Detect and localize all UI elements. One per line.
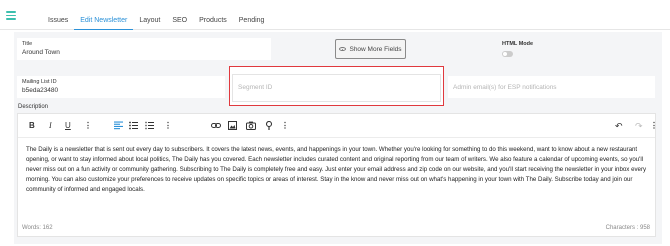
description-text[interactable]: The Daily is a newsletter that is sent o… — [26, 145, 650, 195]
mailing-list-id-field[interactable]: Mailing List ID b5eda23480 — [17, 76, 225, 98]
redo-icon[interactable]: ↷ — [635, 121, 643, 131]
html-mode-toggle[interactable] — [502, 51, 513, 57]
italic-icon[interactable]: I — [49, 121, 52, 131]
camera-icon[interactable] — [246, 121, 256, 130]
hamburger-menu-icon[interactable] — [6, 11, 16, 20]
mailing-list-id-label: Mailing List ID — [22, 79, 57, 85]
underline-icon[interactable]: U — [65, 121, 71, 131]
tab-products[interactable]: Products — [193, 0, 233, 30]
show-more-fields-button[interactable]: Show More Fields — [335, 39, 406, 59]
title-label: Title — [22, 41, 33, 47]
segment-id-placeholder: Segment ID — [238, 84, 273, 91]
eye-icon — [339, 47, 347, 51]
character-count: Characters : 958 — [605, 225, 650, 231]
bold-icon[interactable]: B — [29, 121, 35, 131]
tab-bar: Issues Edit Newsletter Layout SEO Produc… — [42, 0, 270, 30]
title-value: Around Town — [22, 49, 60, 56]
more-vertical-icon[interactable]: ⋮ — [650, 121, 658, 131]
tab-layout[interactable]: Layout — [133, 0, 166, 30]
admin-emails-placeholder: Admin email(s) for ESP notifications — [453, 84, 557, 91]
undo-icon[interactable]: ↶ — [615, 121, 623, 131]
html-mode-label: HTML Mode — [502, 41, 534, 47]
tab-edit-newsletter[interactable]: Edit Newsletter — [74, 0, 134, 30]
title-field[interactable]: Title Around Town — [17, 38, 271, 60]
tab-seo[interactable]: SEO — [166, 0, 193, 30]
segment-id-highlight: Segment ID — [229, 66, 444, 106]
show-more-fields-label: Show More Fields — [349, 45, 402, 53]
numbered-list-icon[interactable] — [145, 121, 154, 130]
segment-id-input[interactable]: Segment ID — [232, 74, 441, 102]
description-label: Description — [18, 104, 49, 110]
word-count: Words: 162 — [22, 225, 53, 231]
more-vertical-icon[interactable]: ⋮ — [84, 121, 92, 131]
description-editor[interactable]: B I U ⋮ ⋮ ⋮ ↶ ↷ ⋮ The Daily is a newslet — [17, 113, 658, 237]
top-nav-bar: Issues Edit Newsletter Layout SEO Produc… — [0, 0, 670, 30]
image-icon[interactable] — [228, 121, 237, 130]
more-vertical-icon[interactable]: ⋮ — [281, 121, 289, 131]
admin-emails-input[interactable]: Admin email(s) for ESP notifications — [448, 76, 655, 98]
mailing-list-id-value: b5eda23480 — [22, 87, 59, 94]
bullet-list-icon[interactable] — [129, 121, 138, 130]
more-vertical-icon[interactable]: ⋮ — [164, 121, 172, 131]
link-icon[interactable] — [211, 121, 221, 130]
tab-issues[interactable]: Issues — [42, 0, 74, 30]
align-left-icon[interactable] — [114, 121, 123, 130]
tab-pending[interactable]: Pending — [233, 0, 271, 30]
editor-toolbar: B I U ⋮ ⋮ ⋮ ↶ ↷ ⋮ — [18, 114, 658, 138]
plugin-icon[interactable] — [265, 121, 273, 130]
